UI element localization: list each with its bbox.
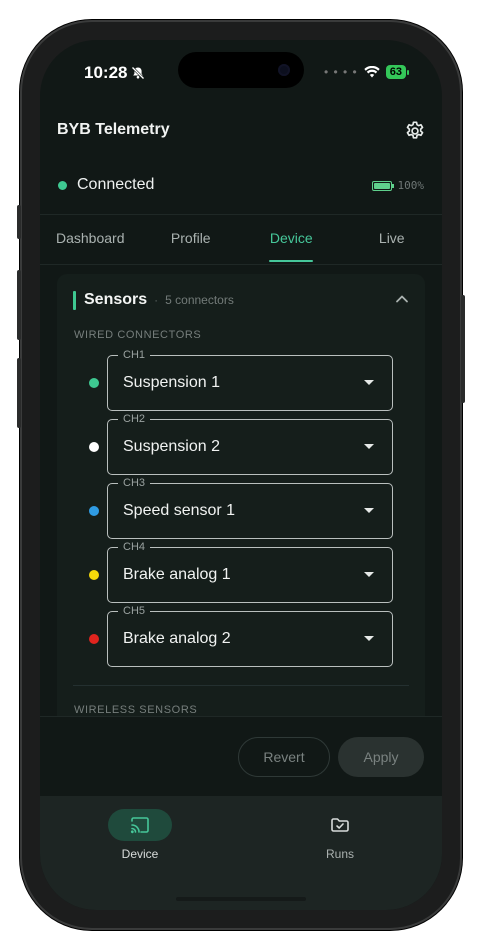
wired-connectors-label: WIRED CONNECTORS: [74, 329, 202, 341]
folder-check-icon: [331, 818, 349, 832]
tab-device[interactable]: Device: [241, 216, 342, 264]
nav-runs-pill: [308, 809, 372, 841]
revert-button[interactable]: Revert: [238, 737, 330, 777]
connector-select[interactable]: CH3 Speed sensor 1: [107, 476, 393, 539]
status-bar-indicators: • • • • 63: [323, 65, 410, 79]
connector-color-dot: [89, 506, 99, 516]
volume-up-button: [17, 270, 21, 340]
wireless-sensors-label: WIRELESS SENSORS: [74, 704, 198, 716]
channel-label: CH1: [118, 348, 151, 362]
connector-select[interactable]: CH1 Suspension 1: [107, 348, 393, 411]
nav-runs-label: Runs: [325, 847, 354, 861]
dropdown-caret-icon: [364, 572, 374, 577]
header-divider: [40, 214, 442, 215]
channel-label: CH3: [118, 476, 151, 490]
sensors-card-header[interactable]: Sensors · 5 connectors: [73, 290, 234, 310]
connector-color-dot: [89, 570, 99, 580]
card-subtitle: 5 connectors: [165, 293, 234, 307]
bell-slash-icon: [132, 66, 145, 80]
connection-label: Connected: [77, 176, 155, 193]
connector-ch5: CH5 Brake analog 2: [73, 604, 393, 667]
sensors-card: Sensors · 5 connectors WIRED CONNECTORS …: [57, 274, 425, 734]
connector-select[interactable]: CH2 Suspension 2: [107, 412, 393, 475]
connector-color-dot: [89, 378, 99, 388]
signal-icon: • • • •: [323, 65, 358, 79]
connector-color-dot: [89, 442, 99, 452]
separator-dot: ·: [154, 293, 159, 307]
connector-color-dot: [89, 634, 99, 644]
channel-label: CH4: [118, 540, 151, 554]
accent-bar: [73, 290, 76, 310]
nav-device[interactable]: Device: [80, 809, 200, 861]
camera-icon: [278, 64, 290, 76]
connector-ch2: CH2 Suspension 2: [73, 412, 393, 475]
tab-bar: Dashboard Profile Device Live: [40, 216, 442, 264]
bottom-nav: Device Runs: [40, 796, 442, 910]
power-button: [461, 295, 465, 403]
connector-select[interactable]: CH5 Brake analog 2: [107, 604, 393, 667]
connector-ch3: CH3 Speed sensor 1: [73, 476, 393, 539]
section-divider: [73, 685, 409, 686]
connection-status: Connected: [58, 176, 154, 194]
connector-ch4: CH4 Brake analog 1: [73, 540, 393, 603]
device-battery: 100%: [371, 179, 425, 192]
clock: 10:28: [84, 63, 128, 82]
chevron-up-icon[interactable]: [395, 292, 409, 306]
nav-runs[interactable]: Runs: [280, 809, 400, 861]
status-bar-time: 10:28: [84, 63, 145, 83]
connector-value: Brake analog 2: [123, 630, 231, 647]
dropdown-caret-icon: [364, 508, 374, 513]
action-footer: Revert Apply: [40, 716, 442, 796]
battery-percent: 100%: [397, 179, 425, 192]
action-button: [17, 205, 21, 239]
dropdown-caret-icon: [364, 444, 374, 449]
tab-profile[interactable]: Profile: [141, 216, 242, 264]
connector-value: Suspension 2: [123, 438, 220, 455]
nav-device-label: Device: [121, 847, 159, 861]
home-indicator: [176, 897, 306, 901]
app-title: BYB Telemetry: [57, 121, 170, 138]
channel-label: CH2: [118, 412, 151, 426]
tabs-divider: [40, 264, 442, 265]
tab-dashboard[interactable]: Dashboard: [40, 216, 141, 264]
dropdown-caret-icon: [364, 380, 374, 385]
card-title: Sensors: [84, 291, 148, 308]
dropdown-caret-icon: [364, 636, 374, 641]
connector-value: Brake analog 1: [123, 566, 231, 583]
volume-down-button: [17, 358, 21, 428]
connector-value: Speed sensor 1: [123, 502, 236, 519]
connector-ch1: CH1 Suspension 1: [73, 348, 393, 411]
tab-live[interactable]: Live: [342, 216, 443, 264]
connector-select[interactable]: CH4 Brake analog 1: [107, 540, 393, 603]
wifi-icon: [364, 66, 380, 78]
status-battery-icon: 63: [385, 65, 410, 79]
gear-icon[interactable]: [404, 120, 426, 142]
battery-icon: [371, 180, 394, 191]
connector-value: Suspension 1: [123, 374, 220, 391]
connection-dot: [58, 180, 67, 190]
dynamic-island: [178, 52, 304, 88]
nav-device-pill: [108, 809, 172, 841]
apply-button[interactable]: Apply: [338, 737, 424, 777]
cast-icon: [130, 817, 149, 834]
screen: 10:28 • • • • 63 BYB Telemetry Connected…: [40, 40, 442, 910]
channel-label: CH5: [118, 604, 151, 618]
